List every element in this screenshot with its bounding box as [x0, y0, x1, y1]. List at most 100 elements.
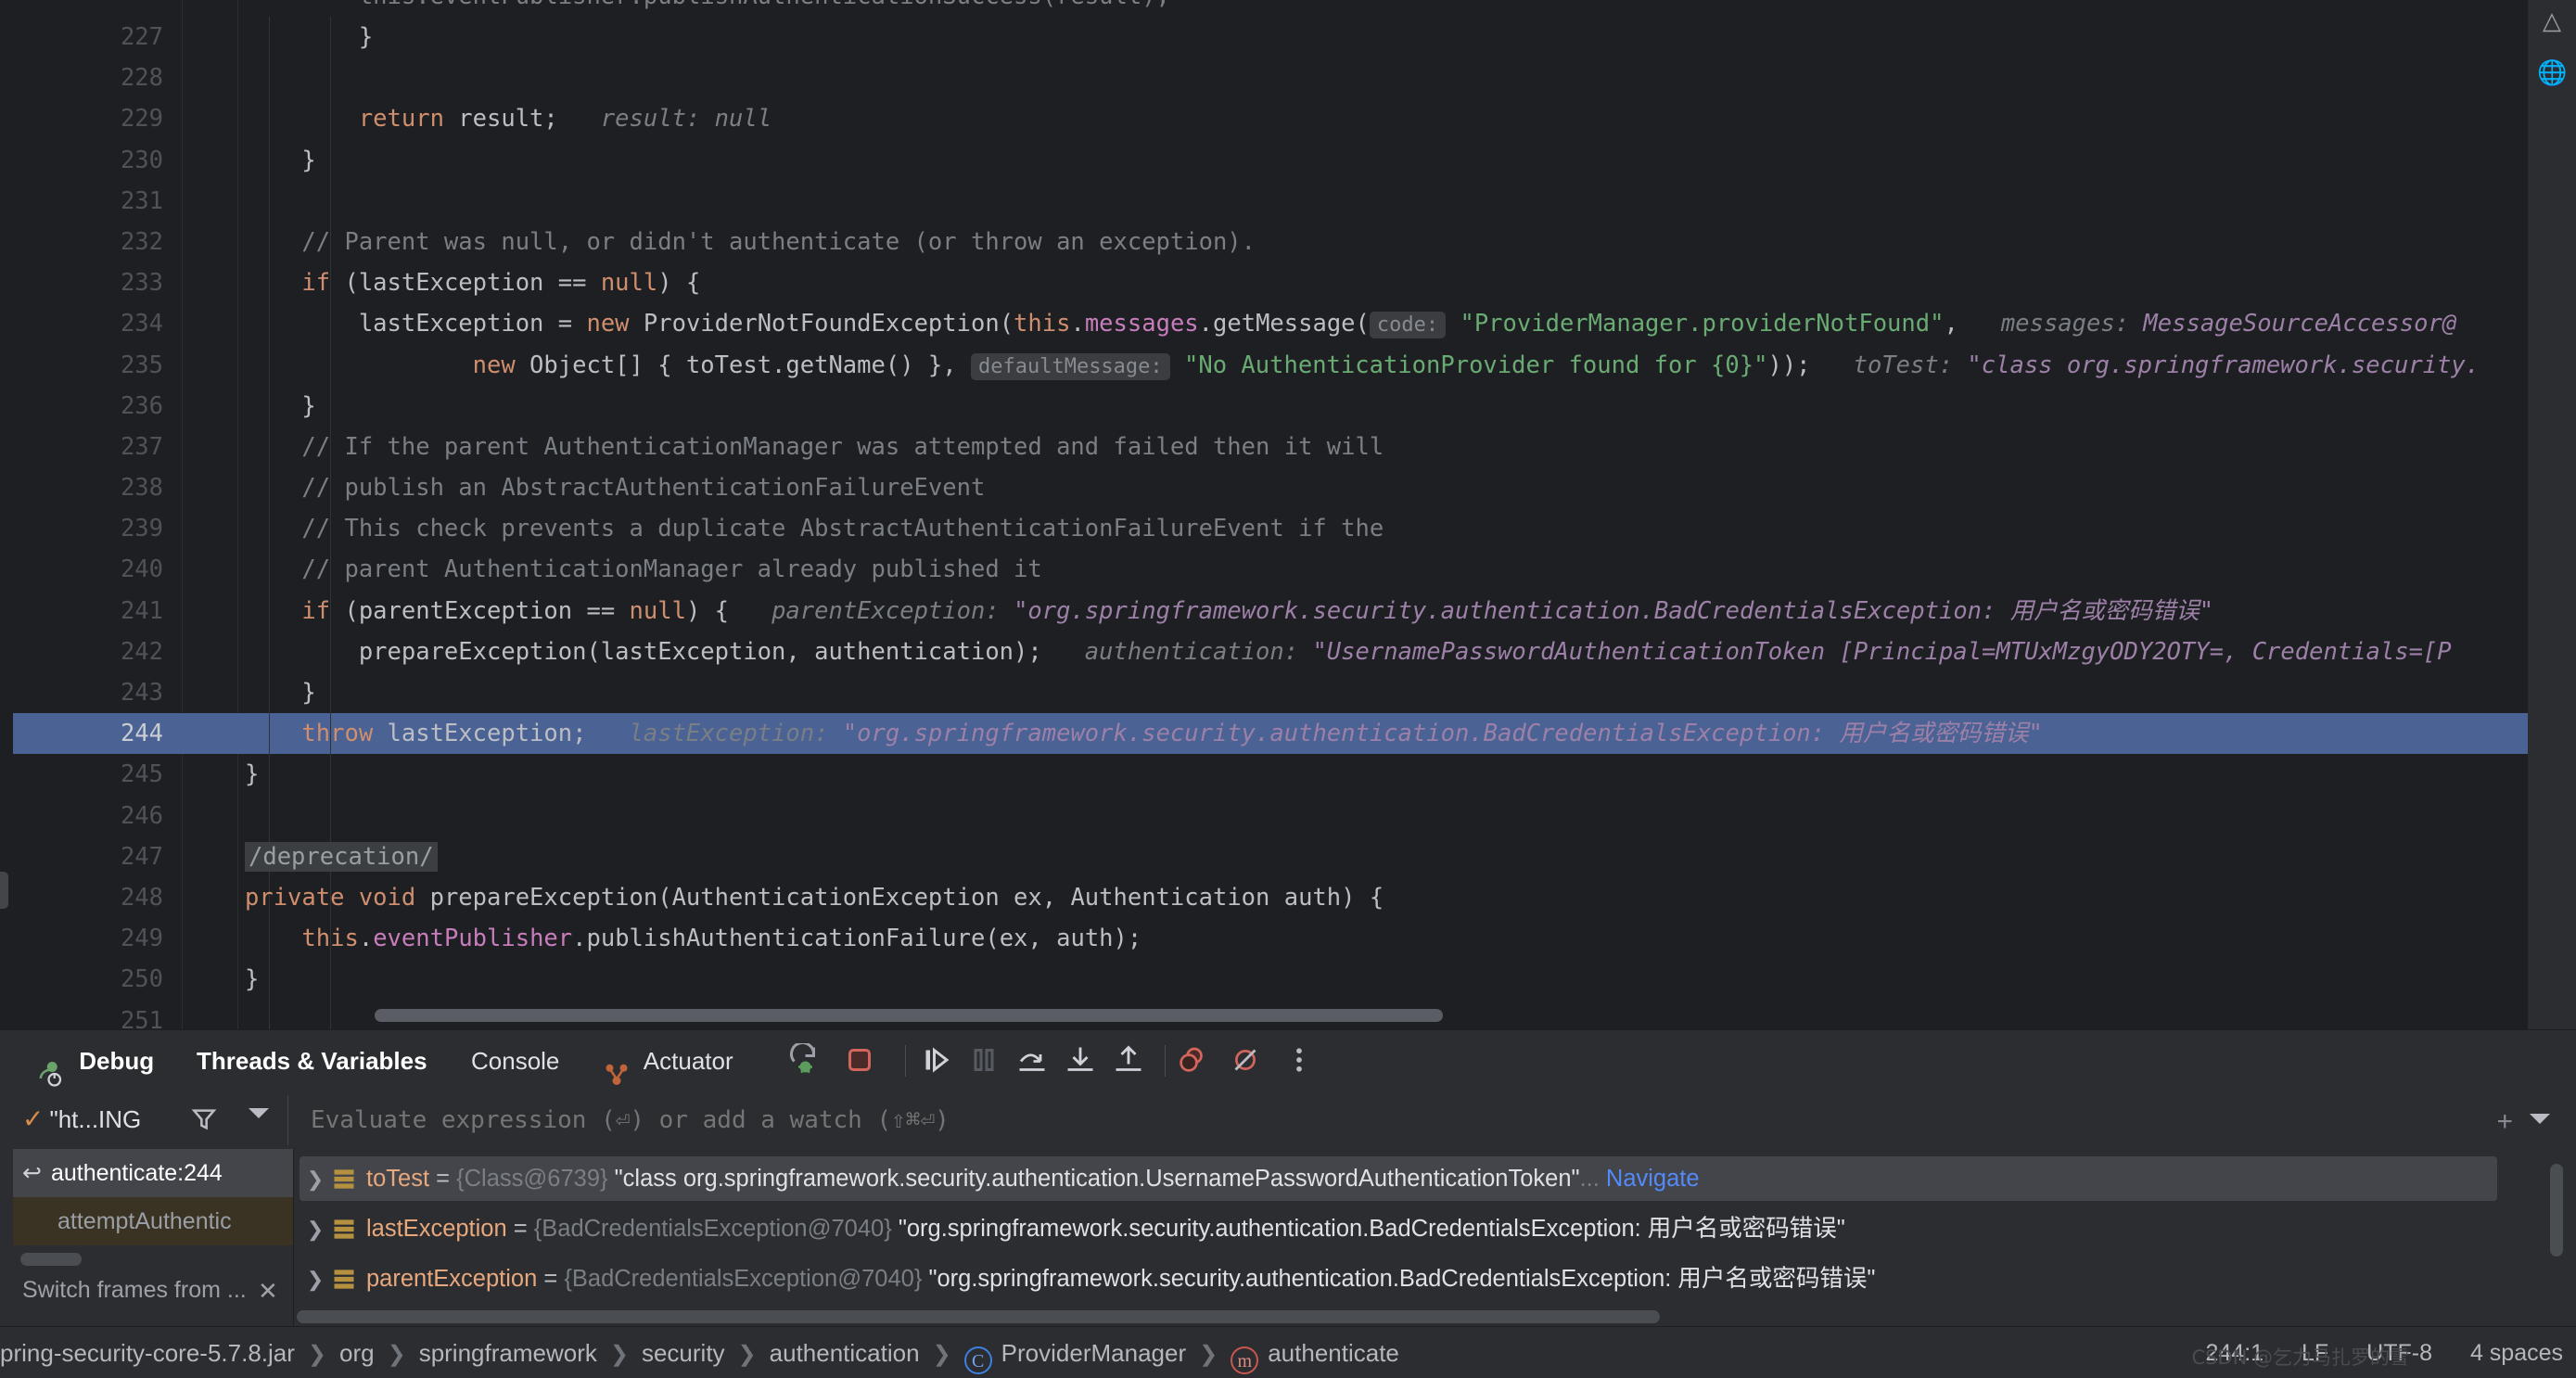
code-line[interactable]: 246 [0, 795, 2576, 836]
step-out-button[interactable] [1111, 1043, 1148, 1078]
chevron-right-icon[interactable]: ❯ [300, 1207, 331, 1252]
evaluate-expression-input[interactable] [301, 1095, 2465, 1145]
watch-options-chevron-down-icon[interactable] [2530, 1114, 2550, 1124]
rerun-debug-button[interactable] [786, 1041, 823, 1078]
breadcrumb-item[interactable]: security [642, 1339, 725, 1367]
thread-filter-chip-label: "ht...ING [49, 1105, 142, 1133]
debug-tab-bar[interactable]: Debug Threads & Variables Console Actuat… [0, 1030, 2576, 1091]
line-number: 247 [120, 842, 163, 871]
breadcrumb-item[interactable]: ProviderManager [1001, 1339, 1186, 1367]
code-line[interactable]: 229 return result; result: null [0, 98, 2576, 140]
more-options-button[interactable] [1282, 1043, 1319, 1078]
code-line[interactable]: 227 } [0, 17, 2576, 58]
variable-type: {Class@6739} [456, 1166, 615, 1192]
code-line-partial: this.eventPublisher.publishAuthenticatio… [0, 0, 2576, 17]
stop-button[interactable] [842, 1043, 879, 1078]
tab-threads-and-variables[interactable]: Threads & Variables [197, 1030, 427, 1091]
breadcrumb-item[interactable]: org [339, 1339, 375, 1367]
code-line[interactable]: 244 throw lastException; lastException: … [0, 713, 2576, 755]
line-number: 230 [120, 146, 163, 174]
toolbar-separator [905, 1045, 906, 1077]
indent-guide [269, 754, 270, 796]
code-line[interactable]: 233 if (lastException == null) { [0, 262, 2576, 304]
status-bar[interactable]: pring-security-core-5.7.8.jar ❯ org ❯ spring… [0, 1326, 2576, 1378]
frame-item-label: authenticate:244 [50, 1160, 223, 1186]
code-lines-container[interactable]: 227 } 228 229 return result; result: null 2… [0, 17, 2576, 1029]
code-line[interactable]: 240 // parent AuthenticationManager alre… [0, 549, 2576, 591]
editor-horizontal-scrollbar-track[interactable] [185, 1009, 2531, 1026]
code-line[interactable]: 249 this.eventPublisher.publishAuthentic… [0, 918, 2576, 960]
variables-panel[interactable]: ❯ toTest = {Class@6739} "class org.spring… [294, 1149, 2576, 1327]
chevron-right-icon[interactable]: ❯ [300, 1257, 331, 1302]
code-line-text: throw lastException; lastException: "org… [245, 720, 2043, 748]
code-line[interactable]: 234 lastException = new ProviderNotFound… [0, 303, 2576, 345]
code-line[interactable]: 241 if (parentException == null) { paren… [0, 590, 2576, 632]
code-line[interactable]: 228 [0, 57, 2576, 99]
filter-icon[interactable] [189, 1104, 219, 1134]
line-number: 231 [120, 186, 163, 215]
frame-item-label: attemptAuthentic [57, 1208, 232, 1234]
line-number: 227 [120, 23, 163, 51]
code-line[interactable]: 239 // This check prevents a duplicate A… [0, 508, 2576, 550]
structure-tool-tab[interactable] [0, 872, 8, 909]
frame-item-attempt-authentication[interactable]: attemptAuthentic [13, 1197, 293, 1245]
code-line[interactable]: 243 } [0, 672, 2576, 714]
code-line[interactable]: 248 private void prepareException(Authent… [0, 876, 2576, 919]
code-line[interactable]: 250} [0, 959, 2576, 1001]
indent-guide [330, 754, 331, 796]
mute-breakpoints-button[interactable] [1174, 1043, 1211, 1078]
code-line[interactable]: 238 // publish an AbstractAuthentication… [0, 467, 2576, 509]
indent-setting[interactable]: 4 spaces [2470, 1340, 2563, 1366]
editor-horizontal-scrollbar[interactable] [375, 1009, 1443, 1022]
tab-actuator[interactable]: Actuator [603, 1030, 733, 1091]
tab-console[interactable]: Console [471, 1030, 559, 1091]
variables-horizontal-scrollbar[interactable] [297, 1310, 1660, 1323]
navigate-link[interactable]: Navigate [1606, 1166, 1700, 1192]
breadcrumb-item[interactable]: authentication [770, 1339, 920, 1367]
code-line[interactable]: 245} [0, 754, 2576, 796]
resume-button[interactable] [918, 1043, 955, 1078]
view-breakpoints-button[interactable] [1228, 1043, 1265, 1078]
variables-vertical-scrollbar[interactable] [2550, 1164, 2563, 1257]
pause-button[interactable] [966, 1043, 1003, 1078]
chevron-down-icon[interactable] [249, 1108, 269, 1118]
plus-icon[interactable]: + [2496, 1106, 2513, 1138]
chevron-right-icon[interactable]: ❯ [300, 1157, 331, 1202]
notifications-icon[interactable]: △ [2537, 6, 2567, 35]
frames-horizontal-scrollbar[interactable] [20, 1253, 82, 1266]
line-number: 228 [120, 64, 163, 93]
breadcrumb-item[interactable]: pring-security-core-5.7.8.jar [0, 1339, 295, 1367]
code-line[interactable]: 237 // If the parent AuthenticationManag… [0, 426, 2576, 468]
tab-debug[interactable]: Debug [37, 1030, 154, 1091]
indent-guide [330, 959, 331, 1001]
code-line[interactable]: 236 } [0, 385, 2576, 427]
variable-equals: = [537, 1266, 565, 1292]
code-line[interactable]: 230 } [0, 139, 2576, 181]
thread-filter-chip[interactable]: ✓ "ht...ING [22, 1099, 141, 1140]
code-line[interactable]: 235 new Object[] { toTest.getName() }, d… [0, 344, 2576, 386]
code-line[interactable]: 247/deprecation/ [0, 836, 2576, 877]
close-icon[interactable]: ✕ [258, 1277, 278, 1306]
table-row[interactable]: ❯ lastException = {BadCredentialsExceptio… [300, 1206, 1845, 1251]
line-number: 246 [120, 801, 163, 830]
method-badge-icon: m [1231, 1346, 1259, 1374]
globe-icon[interactable]: 🌐 [2537, 57, 2567, 87]
code-line-text: // publish an AbstractAuthenticationFail… [245, 474, 986, 503]
code-line[interactable]: 232 // Parent was null, or didn't authen… [0, 221, 2576, 263]
code-line[interactable]: 231 [0, 180, 2576, 222]
watch-bar[interactable]: ✓"ht...ING + [0, 1091, 2576, 1149]
code-line-text: // If the parent AuthenticationManager w… [245, 432, 1384, 461]
breadcrumb-item[interactable]: springframework [419, 1339, 597, 1367]
step-over-button[interactable] [1014, 1043, 1052, 1078]
debug-tool-window[interactable]: Debug Threads & Variables Console Actuat… [0, 1029, 2576, 1327]
line-number: 235 [120, 351, 163, 379]
breadcrumb-item[interactable]: authenticate [1268, 1339, 1399, 1367]
frame-item-authenticate[interactable]: ↩ authenticate:244 [13, 1149, 293, 1197]
code-editor[interactable]: this.eventPublisher.publishAuthenticatio… [0, 0, 2576, 1029]
line-number: 232 [120, 227, 163, 256]
table-row[interactable]: ❯ toTest = {Class@6739} "class org.spring… [300, 1156, 2497, 1201]
step-into-button[interactable] [1063, 1043, 1100, 1078]
breadcrumb[interactable]: pring-security-core-5.7.8.jar ❯ org ❯ spring… [0, 1327, 1399, 1378]
table-row[interactable]: ❯ parentException = {BadCredentialsExcept… [300, 1257, 1876, 1302]
code-line[interactable]: 242 prepareException(lastException, auth… [0, 631, 2576, 672]
